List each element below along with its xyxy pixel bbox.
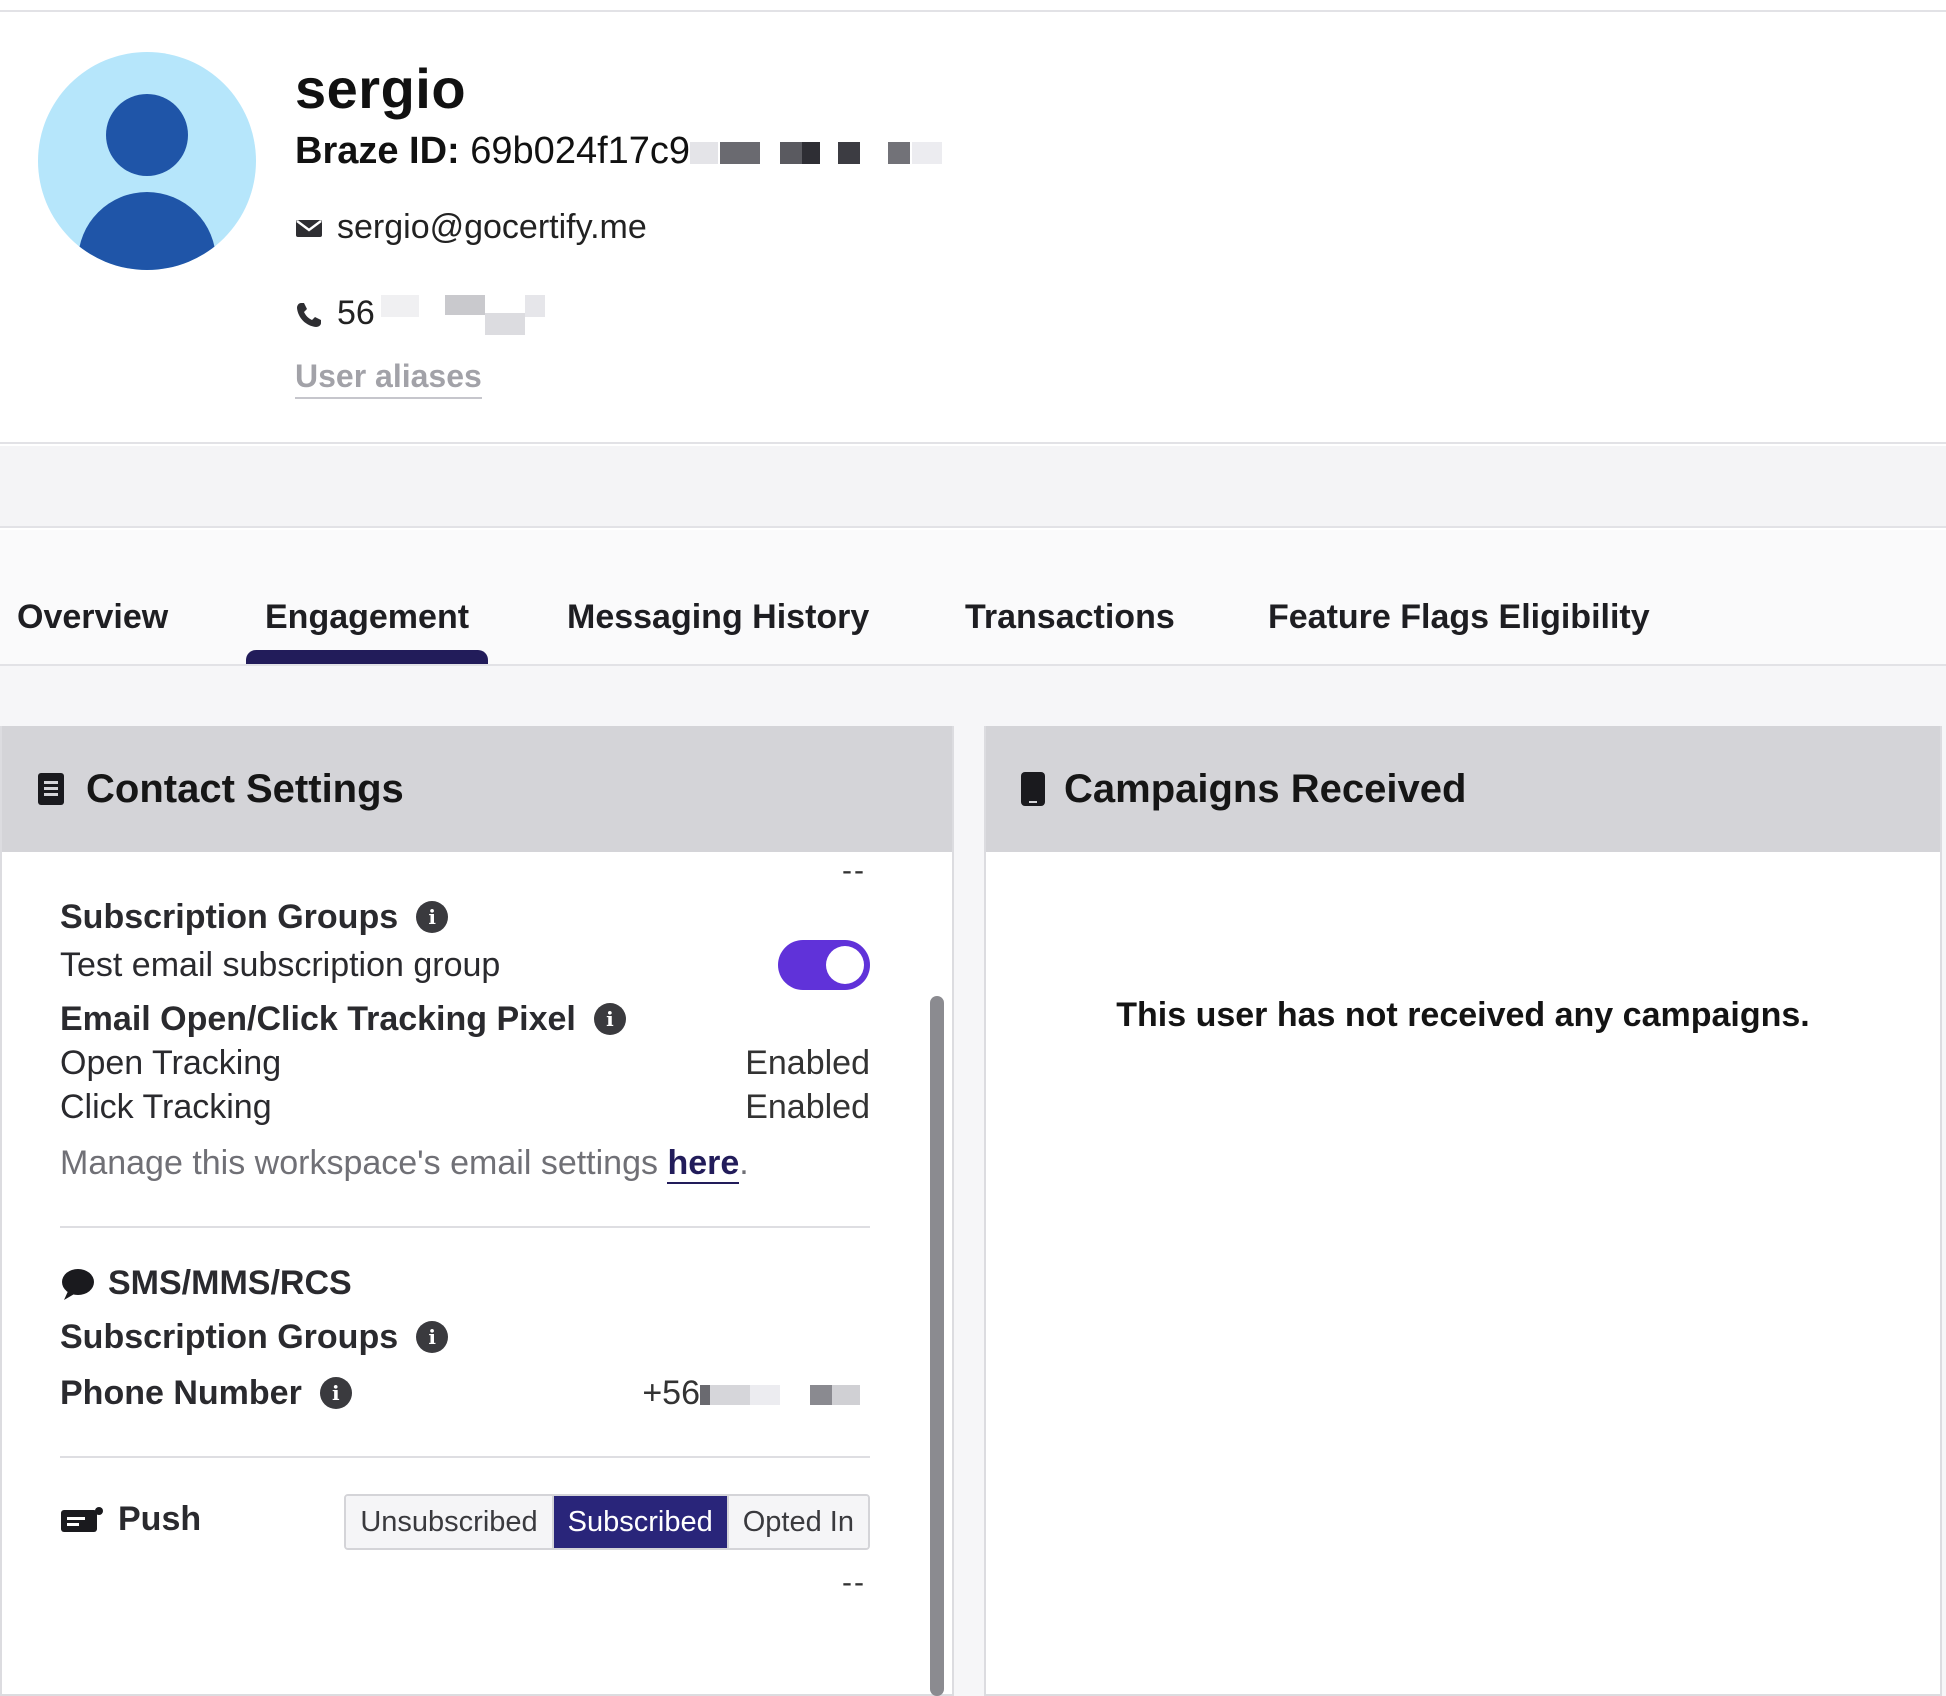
push-notification-icon <box>61 1506 103 1532</box>
braze-id: Braze ID: 69b024f17c9 <box>295 130 960 173</box>
contact-settings-title: Contact Settings <box>86 766 404 811</box>
section-divider <box>60 1226 870 1228</box>
info-icon[interactable]: i <box>416 1321 449 1353</box>
tracking-pixel-label: Email Open/Click Tracking Pixel <box>60 1000 576 1038</box>
manage-suffix: . <box>739 1144 749 1182</box>
envelope-icon <box>296 219 322 237</box>
tab-transactions[interactable]: Transactions <box>965 598 1175 637</box>
address-book-icon <box>38 773 64 805</box>
info-icon[interactable]: i <box>319 1377 352 1409</box>
email-row: sergio@gocertify.me <box>295 208 647 247</box>
user-aliases-link[interactable]: User aliases <box>295 358 482 399</box>
avatar <box>38 52 256 270</box>
panel-area: Contact Settings -- Subscription Groups i… <box>0 666 1946 1696</box>
campaigns-received-panel: Campaigns Received This user has not rec… <box>984 726 1942 1696</box>
info-icon[interactable]: i <box>416 901 449 933</box>
manage-email-settings-link[interactable]: here <box>667 1144 740 1184</box>
redacted-block <box>690 141 943 164</box>
click-tracking-label: Click Tracking <box>60 1088 272 1126</box>
tracking-pixel-row: Email Open/Click Tracking Pixel i <box>60 1000 870 1039</box>
active-tab-indicator <box>246 650 488 664</box>
section-divider <box>60 1456 870 1458</box>
tab-bar: Overview Engagement Messaging History Tr… <box>0 530 1946 666</box>
email-group-toggle[interactable] <box>778 940 870 990</box>
push-subscription-segmented-control: Unsubscribed Subscribed Opted In <box>344 1494 870 1550</box>
email-subscription-groups-row: Subscription Groups i <box>60 898 870 937</box>
user-name: sergio <box>295 57 467 120</box>
avatar-body <box>78 192 216 270</box>
mobile-device-icon <box>1021 772 1045 806</box>
phone-number-label: Phone Number <box>60 1374 302 1412</box>
no-campaigns-message: This user has not received any campaigns… <box>1116 996 1810 1034</box>
manage-text: Manage this workspace's email settings <box>60 1144 668 1182</box>
push-row: Push Unsubscribed Subscribed Opted In <box>60 1494 870 1550</box>
push-option-unsubscribed[interactable]: Unsubscribed <box>346 1496 554 1548</box>
contact-settings-header: Contact Settings <box>2 726 952 852</box>
phone-number-value: +56 <box>642 1374 870 1413</box>
sms-section-title: SMS/MMS/RCS <box>108 1264 352 1302</box>
sms-subscription-groups-label: Subscription Groups <box>60 1318 399 1356</box>
profile-header: sergio Braze ID: 69b024f17c9 sergio@goce… <box>0 10 1946 444</box>
open-tracking-row: Open Tracking Enabled <box>60 1044 870 1083</box>
redacted-block <box>700 1384 860 1405</box>
push-option-opted-in[interactable]: Opted In <box>728 1496 868 1548</box>
phone-icon <box>297 302 321 327</box>
sms-subscription-groups-row: Subscription Groups i <box>60 1318 870 1357</box>
tab-messaging-history[interactable]: Messaging History <box>567 598 869 637</box>
info-icon[interactable]: i <box>593 1003 626 1035</box>
tab-overview[interactable]: Overview <box>17 598 168 637</box>
manage-email-settings: Manage this workspace's email settings h… <box>60 1144 870 1184</box>
tab-engagement[interactable]: Engagement <box>265 598 469 637</box>
email-subscription-groups-label: Subscription Groups <box>60 898 399 936</box>
campaigns-received-header: Campaigns Received <box>986 726 1940 852</box>
phone-value: 56 <box>337 294 545 336</box>
top-empty-value: -- <box>842 854 866 887</box>
email-value: sergio@gocertify.me <box>337 208 647 246</box>
open-tracking-value: Enabled <box>745 1044 870 1082</box>
toggle-knob <box>826 946 864 984</box>
campaigns-received-title: Campaigns Received <box>1064 766 1467 811</box>
push-section-title: Push <box>118 1500 202 1538</box>
click-tracking-value: Enabled <box>745 1088 870 1126</box>
tab-feature-flags-eligibility[interactable]: Feature Flags Eligibility <box>1268 598 1650 637</box>
redacted-block <box>380 295 545 336</box>
push-option-subscribed[interactable]: Subscribed <box>553 1496 729 1548</box>
phone-row: 56 <box>295 294 545 336</box>
braze-id-label: Braze ID: <box>295 130 460 172</box>
chat-bubble-icon <box>62 1268 94 1300</box>
scrollbar[interactable] <box>930 996 944 1696</box>
phone-number-row: Phone Number i +56 <box>60 1374 870 1413</box>
spacer-band <box>0 446 1946 528</box>
email-group-name: Test email subscription group <box>60 946 501 984</box>
braze-id-value: 69b024f17c9 <box>470 130 691 172</box>
open-tracking-label: Open Tracking <box>60 1044 282 1082</box>
email-group-row: Test email subscription group <box>60 940 870 990</box>
push-empty-value: -- <box>842 1566 866 1599</box>
contact-settings-panel: Contact Settings -- Subscription Groups i… <box>0 726 954 1696</box>
avatar-head <box>106 94 188 176</box>
click-tracking-row: Click Tracking Enabled <box>60 1088 870 1127</box>
sms-section-header: SMS/MMS/RCS <box>60 1264 870 1303</box>
